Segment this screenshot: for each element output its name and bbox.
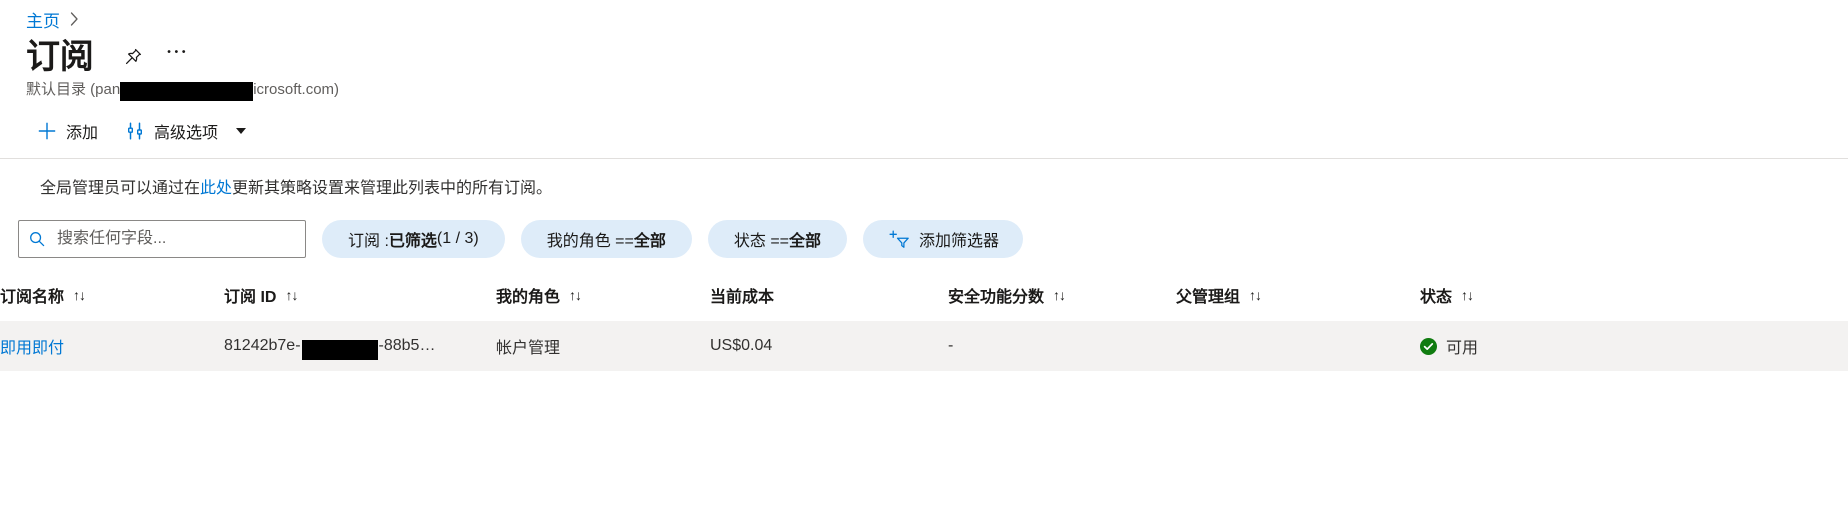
add-filter-icon (887, 229, 909, 249)
settings-sliders-icon (126, 122, 144, 140)
table-body: 即用即付 81242b7e- -88b5… 帐户管理 US$0.04 - 可用 (0, 321, 1848, 371)
subscription-name-link[interactable]: 即用即付 (0, 340, 64, 357)
column-header-my-role-label: 我的角色 (496, 289, 561, 306)
column-header-subscription-name[interactable]: 订阅名称 ↑↓ (0, 273, 224, 321)
cell-subscription-id: 81242b7e- -88b5… (224, 321, 496, 371)
column-header-current-cost[interactable]: 当前成本 (710, 273, 948, 321)
add-button[interactable]: 添加 (26, 113, 110, 149)
filter-pill-subscription-suffix: (1 / 3) (436, 230, 479, 247)
column-header-parent-management-group[interactable]: 父管理组 ↑↓ (1176, 273, 1420, 321)
filter-pill-subscription-prefix: 订阅 : (348, 233, 389, 250)
redaction-bar-subscription-id (301, 340, 378, 360)
sort-icon[interactable]: ↑↓ (1249, 287, 1262, 303)
policy-settings-link[interactable]: 此处 (200, 180, 232, 197)
cell-parent-management-group (1176, 321, 1420, 371)
title-action-group: ⋯ (115, 39, 195, 75)
filter-bar: 订阅 : 已筛选 (1 / 3) 我的角色 == 全部 状态 == 全部 添加筛… (0, 201, 1848, 259)
filter-pill-subscription-value: 已筛选 (388, 233, 437, 250)
page-title-row: 订阅 ⋯ (0, 30, 1848, 76)
advanced-options-label: 高级选项 (154, 125, 219, 142)
subtitle-prefix: 默认目录 (pan (26, 81, 121, 98)
subscriptions-table: 订阅名称 ↑↓ 订阅 ID ↑↓ 我的角色 ↑↓ 当前成本 安全功能分数 ↑↓ … (0, 273, 1848, 371)
sort-icon[interactable]: ↑↓ (285, 287, 298, 303)
pin-icon[interactable] (115, 39, 151, 75)
policy-info-message: 全局管理员可以通过在此处更新其策略设置来管理此列表中的所有订阅。 (0, 159, 1848, 201)
search-icon (29, 231, 45, 247)
plus-icon (38, 122, 56, 140)
filter-pill-status[interactable]: 状态 == 全部 (707, 220, 848, 258)
command-bar: 添加 高级选项 (0, 102, 1848, 150)
more-glyph: ⋯ (165, 40, 190, 65)
subtitle-suffix: icrosoft.com) (253, 81, 340, 98)
sort-icon[interactable]: ↑↓ (1053, 287, 1066, 303)
table-header-row: 订阅名称 ↑↓ 订阅 ID ↑↓ 我的角色 ↑↓ 当前成本 安全功能分数 ↑↓ … (0, 273, 1848, 321)
search-input[interactable] (55, 229, 295, 249)
redaction-bar-directory (120, 81, 254, 101)
column-header-secure-score-label: 安全功能分数 (948, 289, 1045, 306)
column-header-current-cost-label: 当前成本 (710, 289, 775, 306)
add-filter-label: 添加筛选器 (919, 233, 1000, 250)
filter-pill-my-role-prefix: 我的角色 == (546, 233, 634, 250)
info-text-before: 全局管理员可以通过在 (40, 180, 201, 197)
breadcrumb-chevron-icon (70, 11, 79, 32)
cell-secure-score: - (948, 337, 954, 354)
column-header-status-label: 状态 (1420, 289, 1453, 306)
column-header-parent-management-group-label: 父管理组 (1176, 289, 1241, 306)
sort-icon[interactable]: ↑↓ (569, 287, 582, 303)
advanced-options-button[interactable]: 高级选项 (114, 113, 258, 149)
directory-subtitle: 默认目录 (pan icrosoft.com) (0, 76, 1848, 102)
filter-pill-status-prefix: 状态 == (733, 233, 790, 250)
column-header-secure-score[interactable]: 安全功能分数 ↑↓ (948, 273, 1176, 321)
filter-pill-my-role[interactable]: 我的角色 == 全部 (520, 220, 692, 258)
more-icon[interactable]: ⋯ (159, 39, 195, 75)
status-badge-label: 可用 (1446, 340, 1479, 357)
check-circle-icon (1420, 337, 1437, 355)
column-header-subscription-id-label: 订阅 ID (224, 289, 277, 306)
page-title: 订阅 (26, 38, 94, 76)
filter-pill-status-value: 全部 (789, 233, 822, 250)
chevron-down-icon (236, 128, 247, 134)
filter-pill-my-role-value: 全部 (633, 233, 666, 250)
search-box[interactable] (18, 220, 306, 258)
subscription-id-suffix: -88b5… (378, 337, 436, 355)
breadcrumb: 主页 (0, 0, 1848, 32)
filter-pill-subscription[interactable]: 订阅 : 已筛选 (1 / 3) (322, 220, 505, 258)
sort-icon[interactable]: ↑↓ (1461, 287, 1474, 303)
column-header-my-role[interactable]: 我的角色 ↑↓ (496, 273, 710, 321)
subscription-id-prefix: 81242b7e- (224, 337, 301, 355)
column-header-subscription-name-label: 订阅名称 (0, 289, 65, 306)
cell-subscription-name: 即用即付 (0, 321, 224, 371)
column-header-subscription-id[interactable]: 订阅 ID ↑↓ (224, 273, 496, 321)
info-text-after: 更新其策略设置来管理此列表中的所有订阅。 (232, 180, 553, 197)
add-filter-button[interactable]: 添加筛选器 (863, 220, 1024, 258)
cell-status: 可用 (1420, 321, 1848, 371)
table-row[interactable]: 即用即付 81242b7e- -88b5… 帐户管理 US$0.04 - 可用 (0, 321, 1848, 371)
cell-my-role: 帐户管理 (496, 340, 561, 357)
sort-icon[interactable]: ↑↓ (73, 287, 86, 303)
table-header: 订阅名称 ↑↓ 订阅 ID ↑↓ 我的角色 ↑↓ 当前成本 安全功能分数 ↑↓ … (0, 273, 1848, 321)
add-button-label: 添加 (66, 125, 99, 142)
cell-current-cost: US$0.04 (710, 337, 773, 354)
breadcrumb-home-link[interactable]: 主页 (26, 12, 60, 32)
column-header-status[interactable]: 状态 ↑↓ (1420, 273, 1848, 321)
